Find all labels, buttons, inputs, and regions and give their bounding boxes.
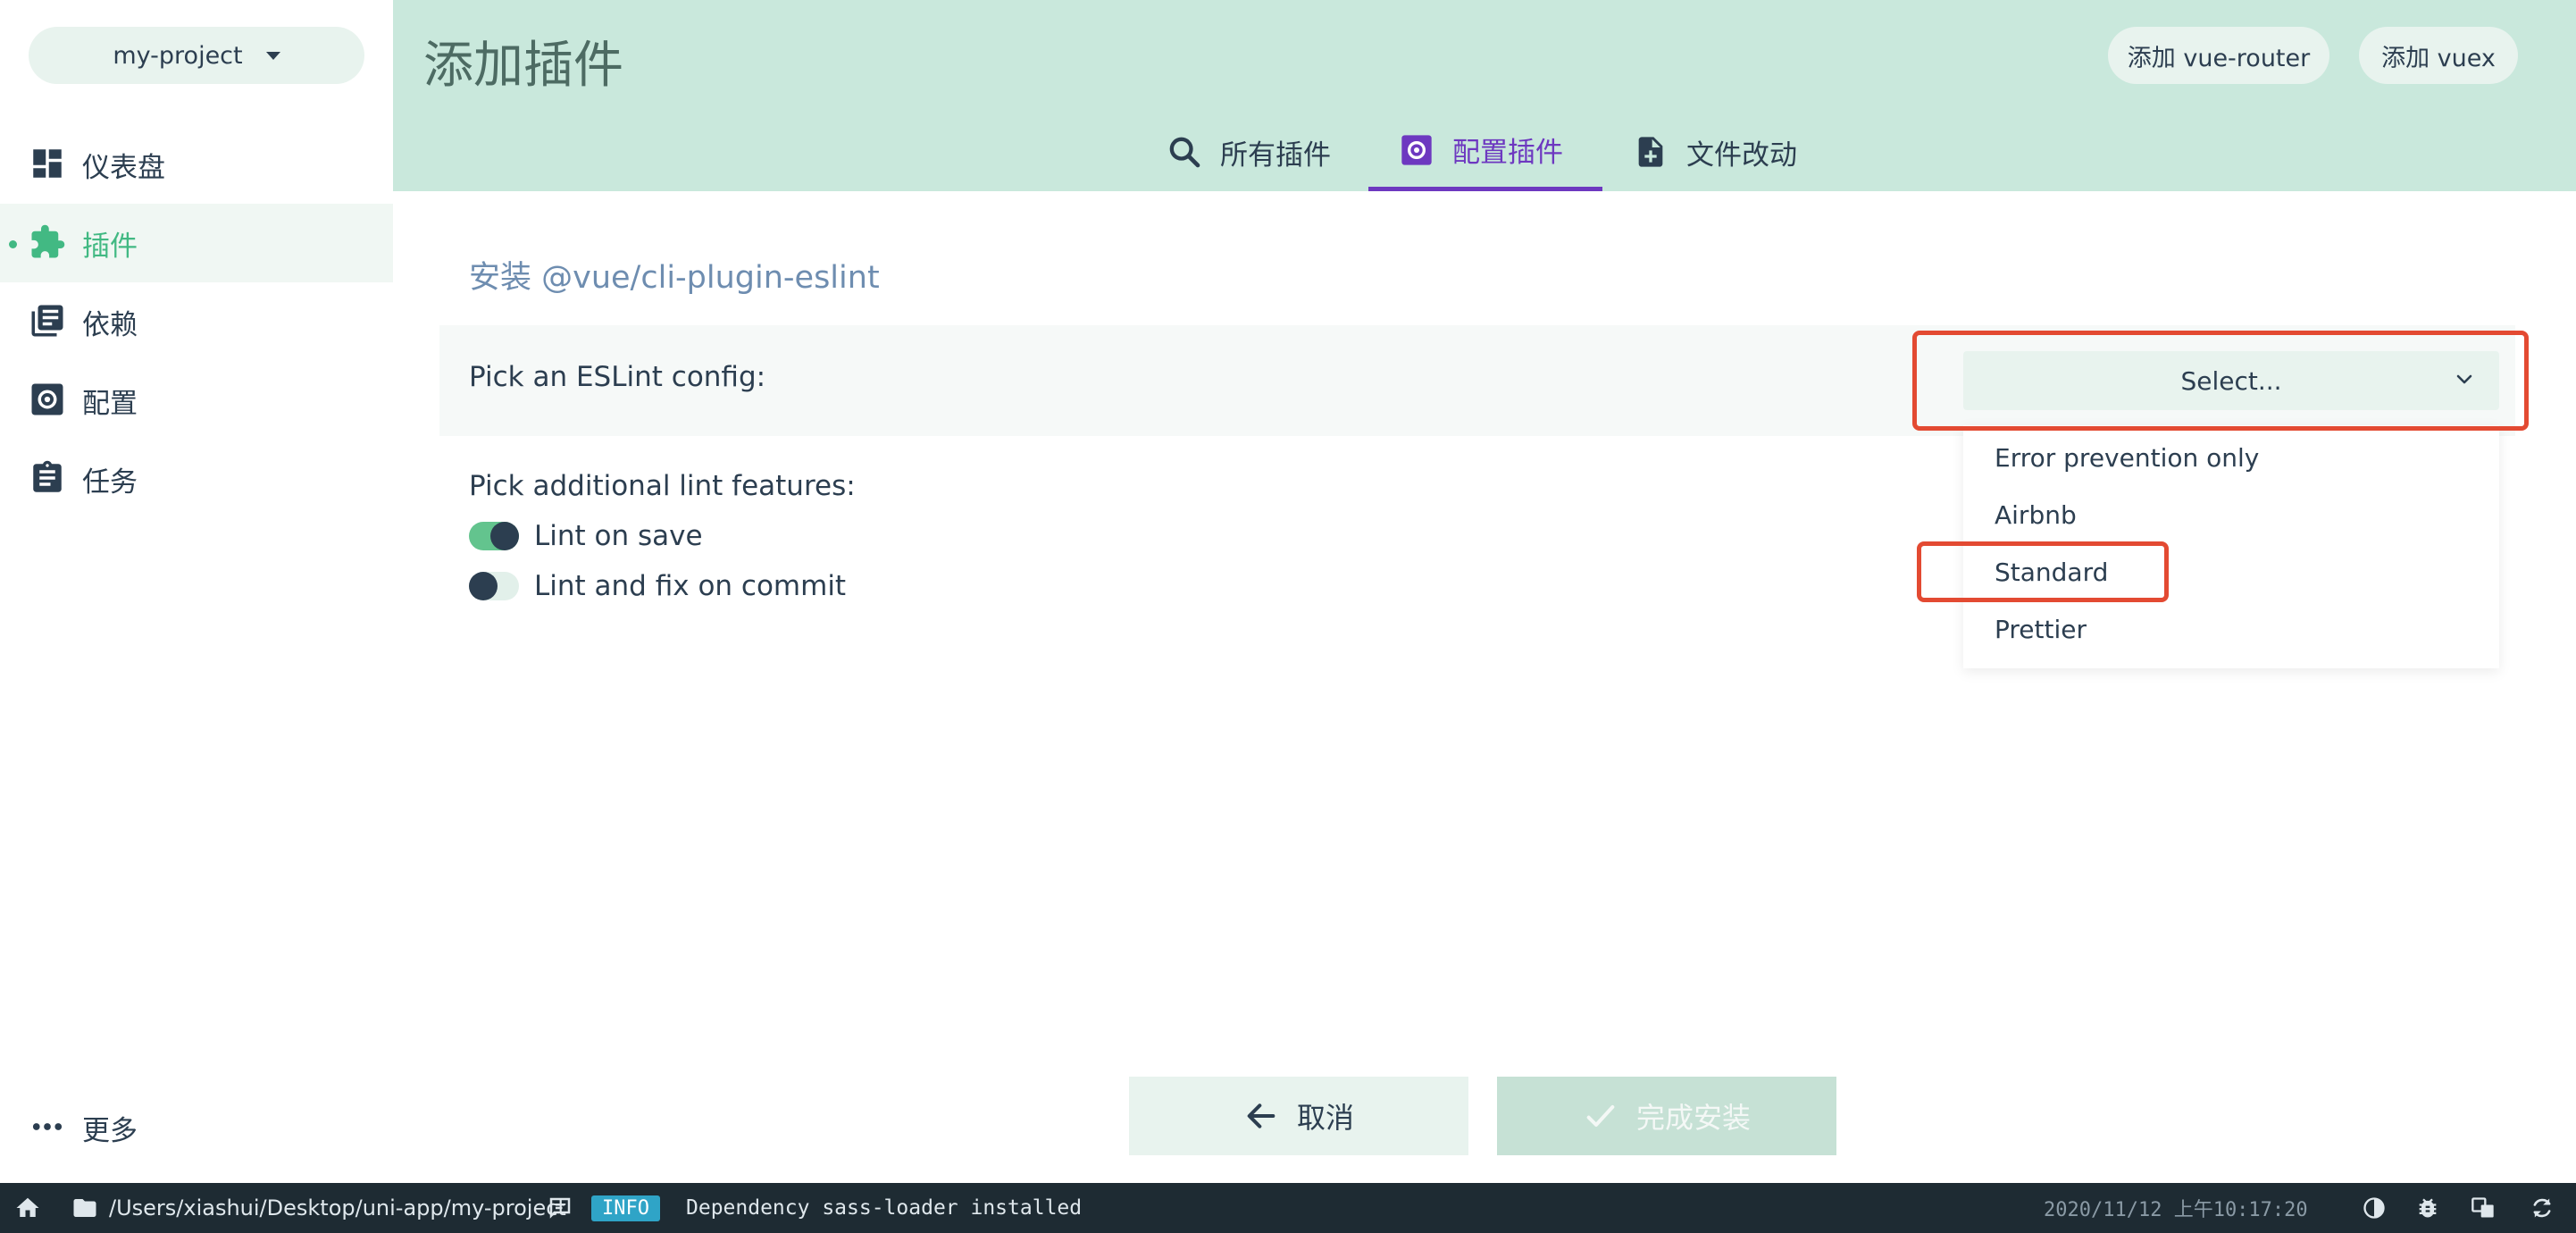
library-books-icon: [31, 305, 63, 337]
cancel-button[interactable]: 取消: [1129, 1077, 1468, 1155]
message-icon: [549, 1197, 571, 1219]
translate-button[interactable]: [2471, 1183, 2496, 1233]
features-label: Pick additional lint features:: [469, 470, 856, 502]
toggle-label: Lint and fix on commit: [534, 570, 847, 602]
page-title: 添加插件: [423, 37, 623, 95]
sidebar-item-label: 任务: [82, 466, 138, 499]
sidebar-item-label: 仪表盘: [82, 151, 165, 184]
sidebar-item-tasks[interactable]: 任务: [0, 440, 393, 518]
prompt-label: Pick an ESLint config:: [469, 361, 766, 393]
translate-icon: [2471, 1197, 2494, 1218]
toggle-label: Lint on save: [534, 520, 703, 552]
lint-on-save-toggle[interactable]: [469, 522, 519, 550]
sidebar-item-dashboard[interactable]: 仪表盘: [0, 125, 393, 204]
dashboard-icon: [33, 149, 62, 178]
lint-on-save-row[interactable]: Lint on save: [469, 516, 703, 556]
log-toggle[interactable]: [547, 1183, 573, 1233]
toggle-knob: [469, 572, 498, 600]
project-path[interactable]: /Users/xiashui/Desktop/uni-app/my-projec…: [71, 1183, 566, 1233]
sidebar-item-label: 配置: [82, 387, 138, 420]
option-airbnb[interactable]: Airbnb: [1995, 500, 2077, 530]
refresh-icon: [2533, 1198, 2551, 1218]
finish-install-button[interactable]: 完成安装: [1497, 1077, 1836, 1155]
tab-label: 文件改动: [1686, 138, 1797, 172]
file-add-icon: [1638, 137, 1663, 167]
sidebar-item-more[interactable]: 更多: [0, 1088, 393, 1167]
more-horiz-icon: [32, 1123, 63, 1130]
caret-down-icon: [265, 51, 280, 60]
project-name: my-project: [113, 41, 243, 70]
puzzle-icon: [31, 224, 65, 258]
sidebar-item-plugins[interactable]: 插件: [0, 204, 393, 282]
status-bar: /Users/xiashui/Desktop/uni-app/my-projec…: [0, 1183, 2576, 1233]
log-message: Dependency sass-loader installed: [686, 1196, 1083, 1220]
tab-all-plugins[interactable]: 所有插件: [1167, 113, 1331, 191]
sidebar: my-project 仪表盘 插件 依赖 配置 任务 更多: [0, 0, 393, 1183]
bug-icon: [2419, 1198, 2437, 1218]
page-header: 添加插件 添加 vue-router 添加 vuex: [393, 0, 2576, 113]
option-prettier[interactable]: Prettier: [1995, 615, 2087, 644]
finish-label: 完成安装: [1635, 1101, 1751, 1135]
dark-mode-button[interactable]: [2362, 1183, 2387, 1233]
sidebar-item-label: 插件: [82, 230, 138, 263]
tab-file-changes[interactable]: 文件改动: [1633, 113, 1797, 191]
search-icon: [1169, 137, 1200, 168]
settings-icon: [1401, 134, 1432, 165]
sidebar-item-configuration[interactable]: 配置: [0, 361, 393, 440]
cancel-label: 取消: [1296, 1101, 1354, 1135]
refresh-button[interactable]: [2530, 1183, 2555, 1233]
highlight-standard-option: [1917, 541, 2169, 602]
log-timestamp: 2020/11/12 上午10:17:20: [2044, 1199, 2308, 1221]
bug-report-button[interactable]: [2415, 1183, 2440, 1233]
home-icon: [16, 1197, 39, 1217]
highlight-select-box: [1912, 331, 2529, 431]
add-vue-router-button[interactable]: 添加 vue-router: [2108, 27, 2329, 84]
option-error-prevention[interactable]: Error prevention only: [1995, 443, 2259, 473]
arrow-left-icon: [1247, 1103, 1275, 1128]
settings-icon: [31, 383, 63, 415]
active-indicator: [9, 240, 17, 248]
add-vuex-button[interactable]: 添加 vuex: [2359, 27, 2518, 84]
project-selector[interactable]: my-project: [29, 27, 364, 84]
tab-bar: 所有插件 配置插件 文件改动: [393, 113, 2576, 191]
path-text: /Users/xiashui/Desktop/uni-app/my-projec…: [109, 1195, 566, 1220]
folder-icon: [73, 1199, 96, 1217]
sidebar-item-label: 依赖: [82, 308, 138, 341]
sidebar-item-label: 更多: [82, 1114, 138, 1147]
info-badge: INFO: [591, 1195, 660, 1221]
tab-label: 配置插件: [1452, 137, 1563, 169]
lint-fix-on-commit-toggle[interactable]: [469, 572, 519, 600]
lint-fix-on-commit-row[interactable]: Lint and fix on commit: [469, 566, 846, 606]
toggle-knob: [490, 522, 519, 550]
contrast-icon: [2363, 1197, 2385, 1219]
home-button[interactable]: [14, 1183, 41, 1233]
clipboard-icon: [33, 460, 62, 492]
log-level-badge: INFO: [591, 1183, 660, 1233]
tab-configure-plugin[interactable]: 配置插件: [1368, 113, 1602, 191]
check-icon: [1586, 1105, 1615, 1127]
sidebar-item-dependencies[interactable]: 依赖: [0, 282, 393, 361]
tab-label: 所有插件: [1220, 138, 1331, 172]
install-title: 安装 @vue/cli-plugin-eslint: [469, 260, 880, 296]
